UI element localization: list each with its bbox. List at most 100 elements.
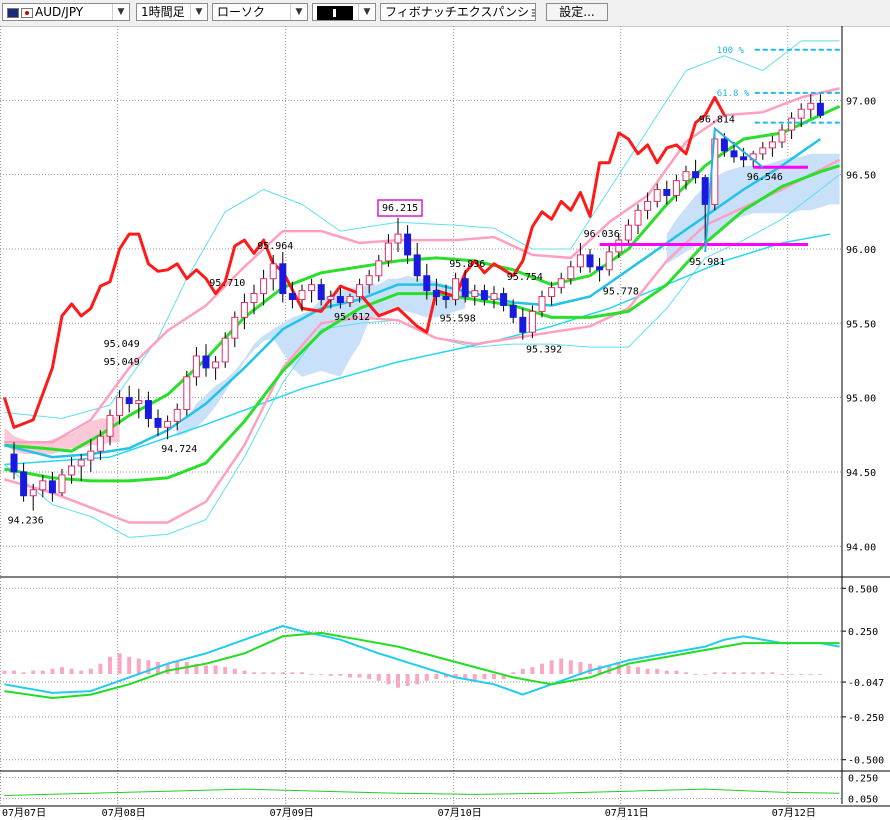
osc-histogram-bar — [549, 660, 554, 674]
price-label: 95.964 — [257, 241, 293, 252]
candle-down — [701, 177, 709, 205]
line-style-select[interactable]: ▼ — [312, 3, 376, 21]
osc-histogram-bar — [271, 672, 276, 674]
candle-up — [634, 209, 642, 226]
candle-down — [461, 278, 469, 298]
timeframe-label: 1時間足 — [141, 5, 185, 19]
osc-histogram-bar — [703, 674, 708, 675]
settings-button[interactable]: 設定... — [546, 3, 608, 21]
candle-up — [768, 141, 776, 149]
candle-up — [308, 284, 316, 292]
osc-histogram-bar — [530, 667, 535, 674]
candle-up — [490, 293, 498, 301]
osc-histogram-bar — [357, 674, 362, 678]
candle-up — [77, 459, 85, 467]
osc-histogram-bar — [760, 672, 765, 674]
candle-down — [663, 189, 671, 196]
chevron-down-icon[interactable]: ▼ — [358, 4, 375, 20]
candle-up — [58, 474, 66, 494]
candle-up — [394, 233, 402, 244]
candle-down — [586, 254, 594, 268]
candle-up — [471, 290, 479, 298]
price-label: 95.836 — [449, 259, 485, 270]
x-tick-label: 07月08日 — [102, 807, 146, 819]
osc-histogram-bar — [568, 660, 573, 674]
settings-label: 設定... — [559, 5, 595, 19]
osc-histogram-bar — [213, 665, 218, 674]
osc-histogram-bar — [396, 674, 400, 688]
x-tick-label: 07月12日 — [772, 807, 816, 819]
candle-down — [10, 453, 18, 473]
indicator-field[interactable]: フィボナッチエクスパンション — [380, 3, 536, 21]
osc-histogram-bar — [424, 674, 429, 681]
osc-histogram-bar — [108, 656, 112, 674]
chevron-down-icon[interactable]: ▼ — [112, 4, 129, 20]
price-y-tick-label: 95.00 — [846, 394, 876, 405]
candle-down — [288, 293, 296, 301]
osc-histogram-bar — [88, 668, 93, 674]
osc-histogram-bar — [242, 670, 247, 674]
fib-level-label: 100 % — [717, 46, 745, 56]
candle-up — [183, 376, 191, 411]
candle-up — [778, 129, 786, 143]
osc-histogram-bar — [40, 670, 45, 674]
symbol-select[interactable]: AUD/JPY ▼ — [2, 3, 130, 21]
symbol-label: AUD/JPY — [35, 5, 84, 19]
osc-histogram-bar — [712, 672, 717, 674]
chart-type-select[interactable]: ローソク ▼ — [212, 3, 308, 21]
osc-histogram-bar — [482, 674, 487, 680]
price-label: 95.778 — [603, 287, 639, 298]
price-y-tick-label: 95.50 — [846, 319, 876, 330]
osc-histogram-bar — [492, 674, 496, 680]
candle-up — [260, 278, 268, 295]
osc-histogram-bar — [636, 667, 640, 674]
osc-histogram-bar — [261, 672, 266, 674]
osc-histogram-bar — [290, 672, 295, 674]
price-label: 96.215 — [382, 203, 418, 214]
price-y-tick-label: 94.50 — [846, 468, 876, 479]
candle-down — [509, 304, 517, 318]
candle-up — [538, 296, 546, 312]
osc-histogram-bar — [741, 672, 746, 674]
osc-histogram-bar — [127, 656, 132, 674]
osc-histogram-bar — [348, 674, 352, 678]
candle-up — [327, 296, 335, 301]
x-tick-label: 07月07日 — [2, 807, 46, 819]
osc-histogram-bar — [616, 663, 621, 674]
osc-histogram-bar — [732, 672, 736, 674]
chart-area[interactable]: 07月07日 07月08日 07月09日 07月10日 07月11日 07月12日 94.0… — [0, 26, 890, 820]
candle-up — [624, 224, 632, 241]
timeframe-select[interactable]: 1時間足 ▼ — [136, 3, 208, 21]
osc-histogram-bar — [674, 670, 679, 674]
candle-down — [480, 290, 488, 301]
osc-histogram-bar — [664, 670, 669, 674]
x-tick-label: 07月10日 — [438, 807, 482, 819]
candle-up — [365, 275, 373, 286]
candle-down — [816, 102, 824, 116]
osc-histogram-bar — [722, 672, 727, 674]
candle-down — [404, 233, 412, 256]
osc-histogram-bar — [434, 674, 439, 680]
osc-histogram-bar — [12, 670, 16, 674]
osc-histogram-bar — [405, 674, 410, 686]
ichimoku-cloud — [666, 153, 840, 264]
candle-down — [20, 471, 28, 497]
osc-histogram-bar — [540, 663, 544, 674]
osc-histogram-bar — [520, 668, 525, 674]
australia-flag-icon — [7, 7, 19, 18]
osc-histogram-bar — [780, 674, 784, 675]
series-lagging — [2, 95, 726, 429]
osc-histogram-bar — [223, 667, 228, 674]
chevron-down-icon[interactable]: ▼ — [190, 4, 207, 20]
osc-histogram-bar — [386, 674, 391, 685]
candle-up — [221, 337, 229, 363]
price-label: 96.036 — [584, 229, 620, 240]
candle-up — [68, 465, 76, 476]
candle-down — [442, 296, 450, 301]
candle-up — [298, 290, 306, 301]
chevron-down-icon[interactable]: ▼ — [290, 4, 307, 20]
japan-flag-icon — [21, 7, 33, 18]
candle-up — [87, 450, 95, 461]
osc-histogram-bar — [60, 667, 64, 674]
osc-histogram-bar — [684, 672, 688, 674]
